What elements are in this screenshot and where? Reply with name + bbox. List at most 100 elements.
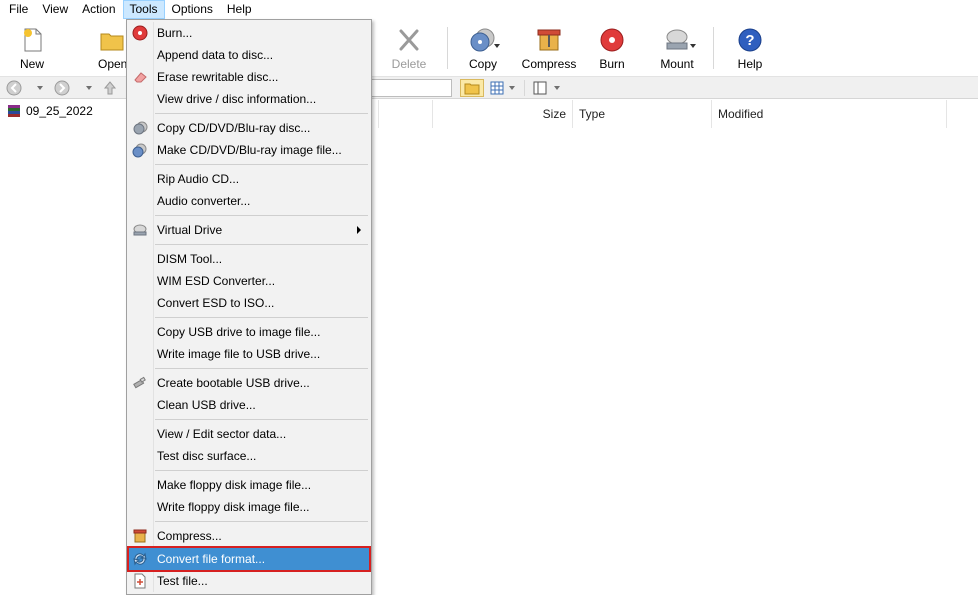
- menu-file[interactable]: File: [2, 0, 35, 19]
- column-header-size[interactable]: Size: [433, 100, 573, 128]
- menu-item-test-file[interactable]: Test file...: [129, 570, 369, 592]
- menu-separator: [155, 244, 368, 245]
- help-button[interactable]: ? Help: [728, 22, 772, 74]
- menu-item-label: View drive / disc information...: [157, 92, 317, 106]
- menu-item-label: Copy USB drive to image file...: [157, 325, 321, 339]
- compress-icon: [133, 529, 147, 543]
- view-mode-button[interactable]: [487, 79, 517, 97]
- menu-item-label: Rip Audio CD...: [157, 172, 240, 186]
- menu-item-wim-esd-converter[interactable]: WIM ESD Converter...: [129, 270, 369, 292]
- menu-separator: [155, 215, 368, 216]
- compress-button[interactable]: Compress: [518, 22, 580, 74]
- submenu-arrow-icon: [357, 226, 361, 234]
- view-mode-dropdown-icon: [509, 86, 515, 90]
- menu-item-virtual-drive[interactable]: Virtual Drive: [129, 219, 369, 241]
- copy-dropdown-icon: [494, 44, 500, 48]
- tree-item-label: 09_25_2022: [26, 104, 93, 118]
- menu-item-dism-tool[interactable]: DISM Tool...: [129, 248, 369, 270]
- back-arrow-icon[interactable]: [6, 80, 22, 96]
- menu-separator: [155, 470, 368, 471]
- forward-arrow-icon[interactable]: [54, 80, 70, 96]
- menu-item-rip-audio[interactable]: Rip Audio CD...: [129, 168, 369, 190]
- burn-label: Burn: [599, 57, 625, 71]
- menu-item-esd-to-iso[interactable]: Convert ESD to ISO...: [129, 292, 369, 314]
- copy-button[interactable]: Copy: [458, 22, 508, 74]
- back-dropdown-icon[interactable]: [37, 86, 43, 90]
- menu-item-label: Make CD/DVD/Blu-ray image file...: [157, 143, 342, 157]
- menu-item-label: DISM Tool...: [157, 252, 223, 266]
- app-window: File View Action Tools Options Help New …: [0, 0, 978, 595]
- archive-stack-icon: [8, 105, 20, 117]
- convert-icon: [133, 552, 147, 566]
- up-folder-icon[interactable]: [102, 80, 118, 96]
- folder-tree: 09_25_2022: [0, 100, 128, 595]
- menu-view[interactable]: View: [35, 0, 75, 19]
- menu-item-drive-info[interactable]: View drive / disc information...: [129, 88, 369, 110]
- new-file-icon: [24, 28, 42, 52]
- eraser-icon: [134, 72, 147, 83]
- column-header-modified[interactable]: Modified: [712, 100, 947, 128]
- menu-item-copy-disc[interactable]: Copy CD/DVD/Blu-ray disc...: [129, 117, 369, 139]
- burn-button[interactable]: Burn: [590, 22, 634, 74]
- menu-item-append-data[interactable]: Append data to disc...: [129, 44, 369, 66]
- menu-item-make-image[interactable]: Make CD/DVD/Blu-ray image file...: [129, 139, 369, 161]
- menu-item-label: Erase rewritable disc...: [157, 70, 279, 84]
- mount-drive-icon: [666, 29, 688, 50]
- menu-item-write-floppy[interactable]: Write floppy disk image file...: [129, 496, 369, 518]
- menu-item-label: Convert ESD to ISO...: [157, 296, 275, 310]
- help-label: Help: [737, 57, 763, 71]
- tree-item-root[interactable]: 09_25_2022: [6, 103, 93, 119]
- menu-item-label: Write floppy disk image file...: [157, 500, 310, 514]
- folders-view-button[interactable]: [460, 79, 484, 97]
- forward-dropdown-icon[interactable]: [86, 86, 92, 90]
- menu-item-bootable-usb[interactable]: Create bootable USB drive...: [129, 372, 369, 394]
- copy-disc-icon: [133, 121, 148, 135]
- menu-item-label: Test file...: [157, 574, 208, 588]
- address-input[interactable]: [372, 79, 452, 97]
- menu-item-label: Write image file to USB drive...: [157, 347, 321, 361]
- menu-item-clean-usb[interactable]: Clean USB drive...: [129, 394, 369, 416]
- column-header-type[interactable]: Type: [573, 100, 712, 128]
- toolbar-divider: [447, 27, 448, 69]
- layout-button[interactable]: [530, 79, 562, 97]
- mount-label: Mount: [660, 57, 694, 71]
- copy-disc-icon: [470, 28, 495, 52]
- svg-text:?: ?: [745, 32, 754, 49]
- menu-item-make-floppy[interactable]: Make floppy disk image file...: [129, 474, 369, 496]
- menu-item-burn[interactable]: Burn...: [129, 22, 369, 44]
- copy-label: Copy: [468, 57, 497, 71]
- virtual-drive-icon: [133, 224, 147, 236]
- menu-item-test-surface[interactable]: Test disc surface...: [129, 445, 369, 467]
- menu-options[interactable]: Options: [165, 0, 220, 19]
- column-header-name[interactable]: [378, 100, 433, 128]
- menu-action[interactable]: Action: [75, 0, 122, 19]
- menu-help[interactable]: Help: [220, 0, 259, 19]
- layout-dropdown-icon: [554, 86, 560, 90]
- menu-item-write-usb[interactable]: Write image file to USB drive...: [129, 343, 369, 365]
- menu-item-label: Append data to disc...: [157, 48, 274, 62]
- menu-item-label: Copy CD/DVD/Blu-ray disc...: [157, 121, 311, 135]
- menu-tools[interactable]: Tools: [122, 0, 165, 19]
- delete-button[interactable]: Delete: [384, 22, 434, 74]
- menu-item-copy-usb[interactable]: Copy USB drive to image file...: [129, 321, 369, 343]
- burn-disc-icon: [132, 25, 148, 41]
- burn-disc-icon: [600, 28, 624, 52]
- new-button[interactable]: New: [10, 22, 54, 74]
- menu-item-audio-converter[interactable]: Audio converter...: [129, 190, 369, 212]
- menu-separator: [155, 419, 368, 420]
- menu-item-sector-data[interactable]: View / Edit sector data...: [129, 423, 369, 445]
- menu-separator: [155, 164, 368, 165]
- toolbar-divider: [713, 27, 714, 69]
- compress-label: Compress: [521, 57, 577, 71]
- menu-bar: File View Action Tools Options Help: [0, 0, 978, 19]
- menu-item-label: Create bootable USB drive...: [157, 376, 310, 390]
- compress-icon: [537, 29, 561, 51]
- menu-item-label: Clean USB drive...: [157, 398, 256, 412]
- menu-item-erase-disc[interactable]: Erase rewritable disc...: [129, 66, 369, 88]
- menu-item-convert-format[interactable]: Convert file format...: [127, 546, 371, 572]
- menu-item-label: Audio converter...: [157, 194, 251, 208]
- menu-separator: [155, 521, 368, 522]
- menu-item-compress[interactable]: Compress...: [129, 525, 369, 547]
- open-folder-icon: [100, 33, 124, 51]
- mount-button[interactable]: Mount: [652, 22, 702, 74]
